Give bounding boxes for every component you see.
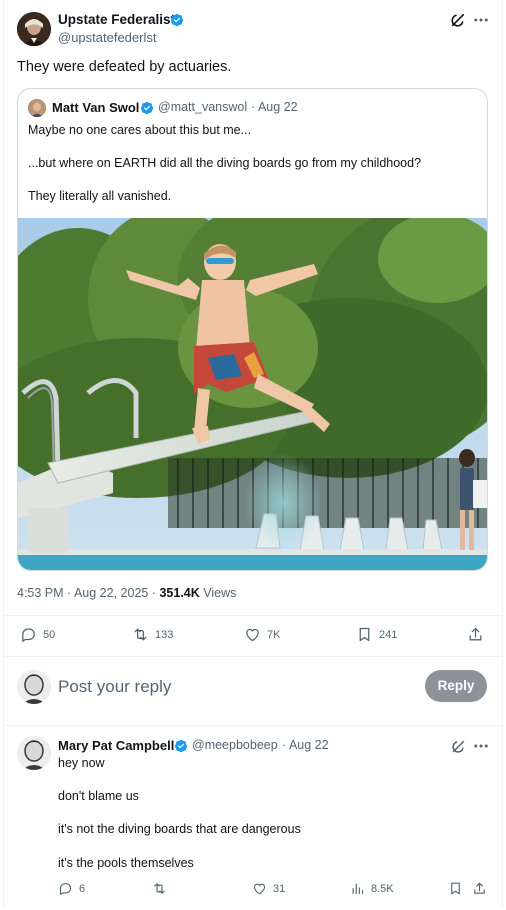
share-icon [474,882,485,894]
verified-badge-icon [140,101,154,115]
reply-share-action[interactable] [472,881,487,896]
reply-icon [59,883,72,895]
quoted-tweet-date[interactable]: · Aug 22 [251,100,298,114]
verified-badge-icon [170,13,184,27]
divider [3,725,503,726]
reply-views-action[interactable]: 8.5K [350,881,394,896]
bookmark-icon [359,627,370,642]
bookmark-action[interactable]: 241 [356,626,397,643]
quoted-tweet-avatar[interactable] [28,99,46,117]
quoted-tweet-author-handle[interactable]: @matt_vanswol [158,100,247,114]
repost-icon [134,628,147,641]
views-icon [352,883,364,895]
quoted-tweet-line: Maybe no one cares about this but me... [28,123,252,137]
more-icon[interactable] [472,737,490,755]
divider [3,615,503,616]
like-count: 7K [267,628,281,641]
share-action[interactable] [467,626,484,643]
more-icon[interactable] [472,11,490,29]
quoted-tweet-line: ...but where on EARTH did all the diving… [28,156,422,170]
quoted-tweet-photo[interactable] [18,193,487,570]
main-tweet-author-handle[interactable]: @upstatefederlst [58,30,156,45]
bookmark-count: 241 [379,628,398,641]
grok-icon[interactable] [450,12,466,28]
reply-text-line: don't blame us [58,789,139,803]
grok-icon[interactable] [451,739,466,754]
divider [3,656,503,657]
reply-like-count: 31 [273,882,286,895]
tweet-time[interactable]: 4:53 PM · Aug 22, 2025 · [17,586,156,600]
reply-text-line: it's not the diving boards that are dang… [58,822,301,836]
composer-avatar [17,670,51,704]
quoted-tweet-author-name[interactable]: Matt Van Swol [52,100,139,115]
reply-button[interactable]: Reply [425,670,487,702]
tweet-timestamp[interactable]: 4:53 PM · Aug 22, 2025 · 351.4K Views [17,586,236,600]
verified-badge-icon [174,739,188,753]
reply-text-line: hey now [58,756,105,770]
reply-reply-action[interactable]: 6 [58,881,85,896]
reply-text-line: it's the pools themselves [58,856,194,870]
reply-like-action[interactable]: 31 [252,881,285,896]
reply-repost-action[interactable] [152,881,167,896]
like-icon [253,883,266,895]
quoted-tweet-line: They literally all vanished. [28,189,172,203]
repost-action[interactable]: 133 [132,626,173,643]
reply-author-handle[interactable]: @meepbobeep [192,738,278,752]
repost-count: 133 [155,628,174,641]
reply-author-name[interactable]: Mary Pat Campbell [58,738,174,753]
share-icon [469,627,482,641]
reply-icon [22,628,35,642]
views-count: 351.4K [159,586,200,600]
reply-views-count: 8.5K [371,882,394,895]
reply-date[interactable]: · Aug 22 [282,738,329,752]
bookmark-icon [451,882,460,895]
main-tweet-text: They were defeated by actuaries. [17,59,232,75]
reply-bookmark-action[interactable] [448,881,463,896]
views-label: Views [203,586,237,600]
reply-reply-count: 6 [79,882,86,895]
repost-icon [154,883,165,894]
reply-count: 50 [43,628,56,641]
main-tweet-avatar[interactable] [17,12,51,46]
reply-action[interactable]: 50 [20,626,55,643]
reply-composer-input[interactable]: Post your reply [58,677,171,697]
like-action[interactable]: 7K [244,626,280,643]
reply-author-avatar[interactable] [17,736,51,770]
main-tweet-author-name[interactable]: Upstate Federalist [58,12,175,27]
like-icon [246,628,259,642]
quoted-tweet-card[interactable]: Matt Van Swol @matt_vanswol · Aug 22 May… [17,88,488,571]
